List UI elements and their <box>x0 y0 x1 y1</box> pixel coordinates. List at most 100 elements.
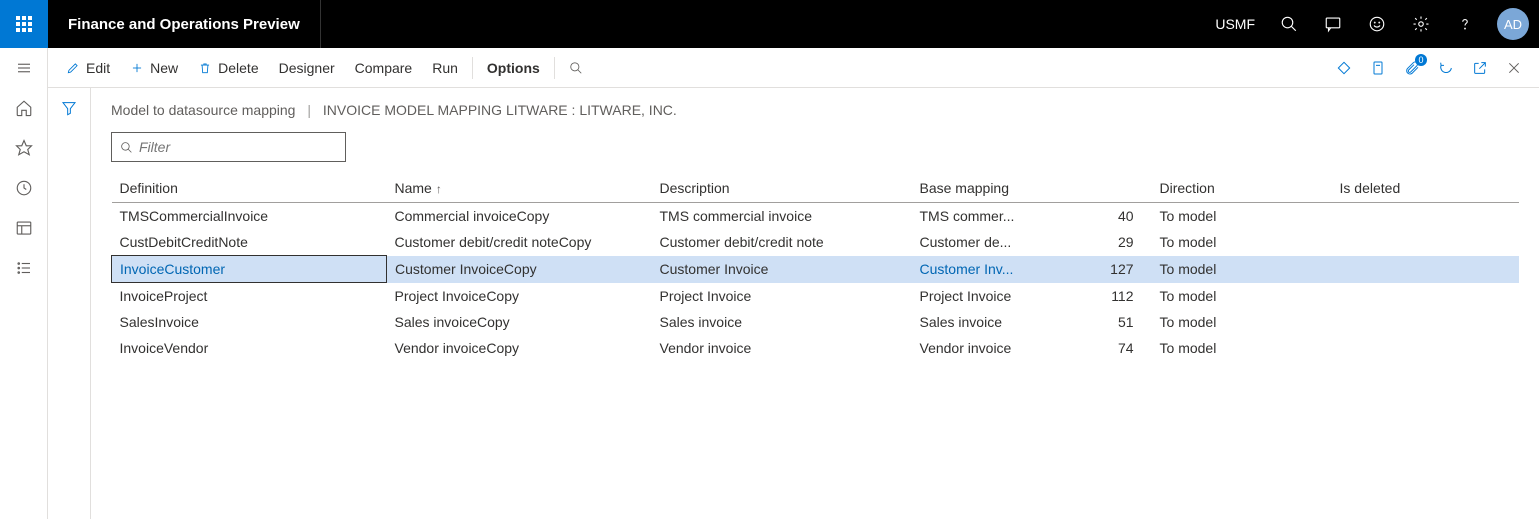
help-button[interactable] <box>1443 0 1487 48</box>
cell-direction[interactable]: To model <box>1152 256 1332 283</box>
quick-filter-input[interactable] <box>139 139 337 155</box>
messages-button[interactable] <box>1311 0 1355 48</box>
edit-button[interactable]: Edit <box>56 52 120 84</box>
table-row[interactable]: SalesInvoiceSales invoiceCopySales invoi… <box>112 309 1520 335</box>
search-button[interactable] <box>1267 0 1311 48</box>
attachments-count-badge: 0 <box>1415 54 1427 66</box>
clock-icon <box>15 179 33 197</box>
nav-expand-button[interactable] <box>0 48 48 88</box>
cell-direction[interactable]: To model <box>1152 283 1332 310</box>
nav-recent-button[interactable] <box>0 168 48 208</box>
cell-is_deleted[interactable] <box>1332 283 1519 310</box>
compare-button[interactable]: Compare <box>345 52 423 84</box>
cell-name[interactable]: Project InvoiceCopy <box>387 283 652 310</box>
cell-num[interactable]: 51 <box>1082 309 1152 335</box>
help-icon <box>1456 15 1474 33</box>
delete-button[interactable]: Delete <box>188 52 268 84</box>
cell-is_deleted[interactable] <box>1332 309 1519 335</box>
popout-button[interactable] <box>1463 52 1497 84</box>
cell-is_deleted[interactable] <box>1332 335 1519 361</box>
cell-name[interactable]: Vendor invoiceCopy <box>387 335 652 361</box>
cell-is_deleted[interactable] <box>1332 256 1519 283</box>
gear-icon <box>1412 15 1430 33</box>
home-icon <box>15 99 33 117</box>
cell-name[interactable]: Customer debit/credit noteCopy <box>387 229 652 256</box>
new-button[interactable]: New <box>120 52 188 84</box>
refresh-button[interactable] <box>1429 52 1463 84</box>
table-row[interactable]: CustDebitCreditNoteCustomer debit/credit… <box>112 229 1520 256</box>
cell-is_deleted[interactable] <box>1332 203 1519 230</box>
cell-definition[interactable]: InvoiceVendor <box>112 335 387 361</box>
cell-name[interactable]: Customer InvoiceCopy <box>387 256 652 283</box>
cell-definition[interactable]: InvoiceCustomer <box>112 256 387 283</box>
cell-direction[interactable]: To model <box>1152 229 1332 256</box>
cell-direction[interactable]: To model <box>1152 203 1332 230</box>
cell-description[interactable]: Sales invoice <box>652 309 912 335</box>
column-header-is-deleted[interactable]: Is deleted <box>1332 174 1519 203</box>
cell-is_deleted[interactable] <box>1332 229 1519 256</box>
cell-definition[interactable]: CustDebitCreditNote <box>112 229 387 256</box>
nav-favorites-button[interactable] <box>0 128 48 168</box>
filter-pane-toggle[interactable] <box>61 100 77 519</box>
legal-entity-label[interactable]: USMF <box>1203 16 1267 32</box>
navigation-rail <box>0 48 48 519</box>
cell-num[interactable]: 112 <box>1082 283 1152 310</box>
cell-description[interactable]: Customer Invoice <box>652 256 912 283</box>
column-header-direction[interactable]: Direction <box>1152 174 1332 203</box>
workspaces-icon <box>15 219 33 237</box>
settings-button[interactable] <box>1399 0 1443 48</box>
nav-modules-button[interactable] <box>0 248 48 288</box>
cell-num[interactable]: 127 <box>1082 256 1152 283</box>
cell-num[interactable]: 40 <box>1082 203 1152 230</box>
cell-base_mapping[interactable]: Customer Inv... <box>912 256 1082 283</box>
cell-description[interactable]: Customer debit/credit note <box>652 229 912 256</box>
cell-base_mapping[interactable]: Vendor invoice <box>912 335 1082 361</box>
app-launcher-button[interactable] <box>0 0 48 48</box>
column-header-description[interactable]: Description <box>652 174 912 203</box>
column-header-definition[interactable]: Definition <box>112 174 387 203</box>
page-options-button[interactable] <box>1361 52 1395 84</box>
cell-direction[interactable]: To model <box>1152 309 1332 335</box>
cell-base_mapping[interactable]: Project Invoice <box>912 283 1082 310</box>
nav-workspaces-button[interactable] <box>0 208 48 248</box>
cell-description[interactable]: TMS commercial invoice <box>652 203 912 230</box>
cell-description[interactable]: Project Invoice <box>652 283 912 310</box>
feedback-button[interactable] <box>1355 0 1399 48</box>
table-row[interactable]: InvoiceVendorVendor invoiceCopyVendor in… <box>112 335 1520 361</box>
designer-button[interactable]: Designer <box>269 52 345 84</box>
options-button[interactable]: Options <box>477 52 550 84</box>
table-row[interactable]: TMSCommercialInvoiceCommercial invoiceCo… <box>112 203 1520 230</box>
close-button[interactable] <box>1497 52 1531 84</box>
run-button[interactable]: Run <box>422 52 468 84</box>
nav-home-button[interactable] <box>0 88 48 128</box>
action-separator <box>472 57 473 79</box>
table-row[interactable]: InvoiceProjectProject InvoiceCopyProject… <box>112 283 1520 310</box>
cell-description[interactable]: Vendor invoice <box>652 335 912 361</box>
column-header-name[interactable]: Name↑ <box>387 174 652 203</box>
run-label: Run <box>432 60 458 76</box>
cell-definition[interactable]: InvoiceProject <box>112 283 387 310</box>
cell-name[interactable]: Sales invoiceCopy <box>387 309 652 335</box>
cell-num[interactable]: 74 <box>1082 335 1152 361</box>
user-avatar[interactable]: AD <box>1497 8 1529 40</box>
cell-name[interactable]: Commercial invoiceCopy <box>387 203 652 230</box>
cell-definition[interactable]: SalesInvoice <box>112 309 387 335</box>
cell-base_mapping[interactable]: Sales invoice <box>912 309 1082 335</box>
mapping-grid: Definition Name↑ Description Base mappin… <box>111 174 1519 519</box>
table-row[interactable]: InvoiceCustomerCustomer InvoiceCopyCusto… <box>112 256 1520 283</box>
attachments-button[interactable]: 0 <box>1395 52 1429 84</box>
cell-definition[interactable]: TMSCommercialInvoice <box>112 203 387 230</box>
waffle-icon <box>16 16 32 32</box>
smiley-icon <box>1368 15 1386 33</box>
close-icon <box>1506 60 1522 76</box>
cell-direction[interactable]: To model <box>1152 335 1332 361</box>
cell-num[interactable]: 29 <box>1082 229 1152 256</box>
column-header-base-mapping[interactable]: Base mapping <box>912 174 1152 203</box>
diamond-icon <box>1336 60 1352 76</box>
personalize-button[interactable] <box>1327 52 1361 84</box>
cell-base_mapping[interactable]: Customer de... <box>912 229 1082 256</box>
quick-filter[interactable] <box>111 132 346 162</box>
cell-base_mapping[interactable]: TMS commer... <box>912 203 1082 230</box>
action-search-button[interactable] <box>559 52 593 84</box>
search-icon <box>569 61 583 75</box>
